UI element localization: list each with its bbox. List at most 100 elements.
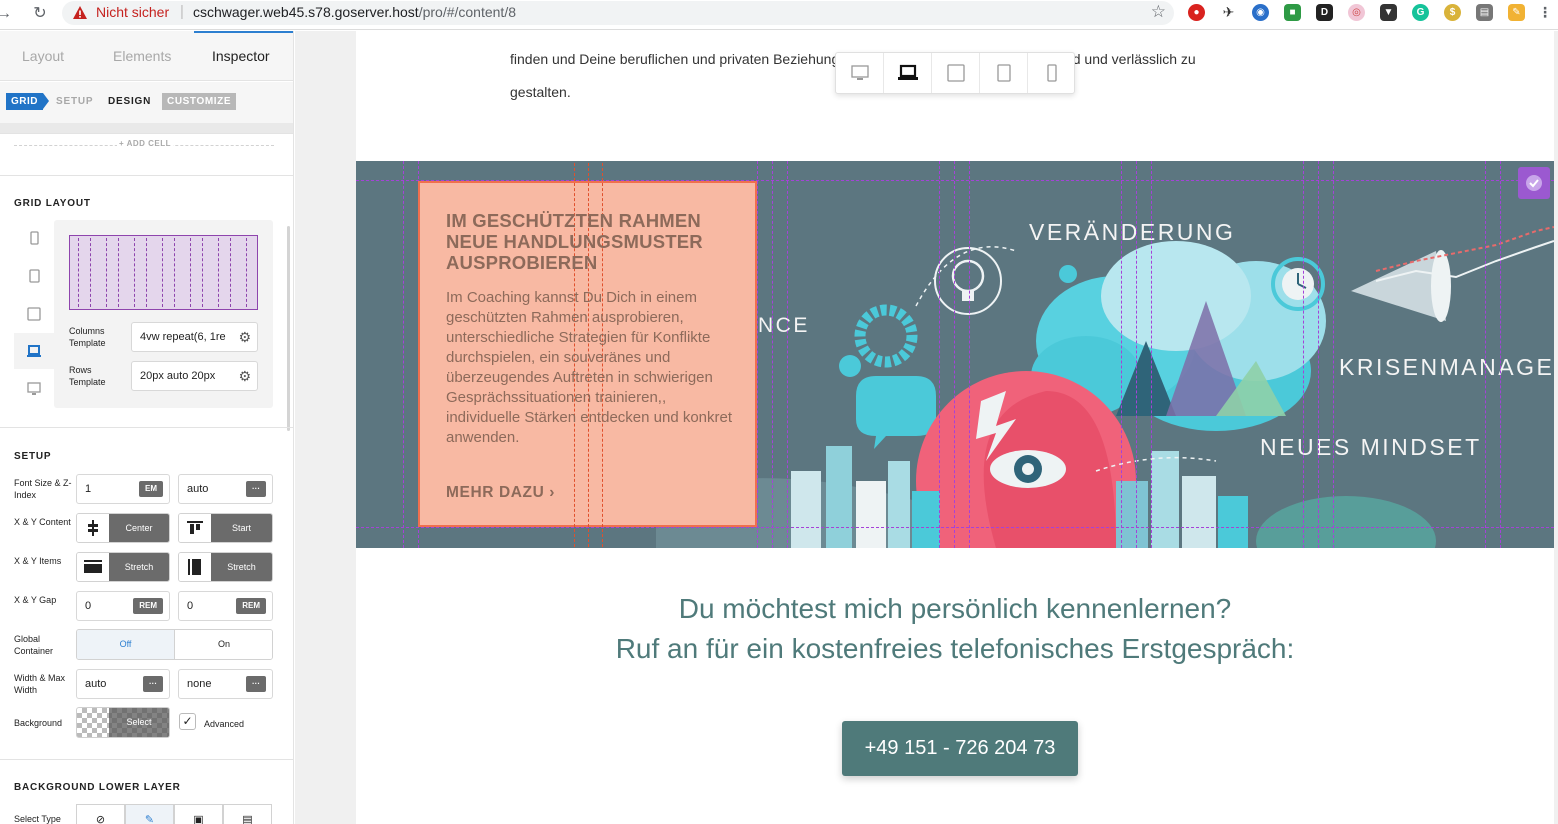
extension-globe-icon[interactable]: ◉ — [1252, 4, 1269, 21]
back-icon[interactable]: → — [0, 4, 14, 24]
extension-coin-icon[interactable]: $ — [1444, 4, 1461, 21]
rows-template-input[interactable]: 20px auto 20px ⚙ — [131, 361, 258, 391]
width-input[interactable]: auto ··· — [76, 669, 170, 699]
bg-type-video[interactable]: ▤ — [223, 804, 272, 824]
desktop-icon[interactable] — [26, 381, 42, 397]
cta-heading: Du möchtest mich persönlich kennenlernen… — [356, 589, 1554, 669]
hero-section[interactable]: VERÄNDERUNG NCE KRISENMANAGE NEUES MINDS… — [356, 161, 1554, 548]
preview-phone-button[interactable] — [1028, 53, 1076, 93]
preview-laptop-button[interactable] — [884, 53, 932, 93]
grid-preview-line — [230, 238, 231, 307]
bg-type-color[interactable]: ✎ — [125, 804, 174, 824]
advanced-checkbox[interactable]: ✓ — [179, 713, 196, 730]
grid-preview[interactable] — [69, 235, 258, 310]
phone-icon[interactable] — [26, 268, 42, 284]
phone-icon — [997, 64, 1011, 82]
columns-template-input[interactable]: 4vw repeat(6, 1re ⚙ — [131, 322, 258, 352]
grid-column-line — [969, 161, 970, 548]
panel-scrollbar[interactable] — [287, 226, 290, 431]
content-card[interactable]: IM GESCHÜTZTEN RAHMEN NEUE HANDLUNGSMUST… — [418, 163, 757, 547]
breadcrumb-grid[interactable]: GRID — [6, 93, 49, 110]
width-value: auto — [85, 678, 107, 690]
extension-window-icon[interactable]: ▤ — [1476, 4, 1493, 21]
global-container-toggle[interactable]: Off On — [76, 629, 273, 660]
laptop-icon[interactable] — [26, 343, 42, 359]
grid-preview-line — [78, 238, 79, 307]
grid-column-line — [1136, 161, 1137, 548]
phone-small-icon[interactable] — [26, 230, 42, 246]
selected-badge[interactable] — [1518, 167, 1550, 199]
y-gap-unit[interactable]: REM — [236, 598, 266, 614]
menu-dots-icon[interactable]: ⋮ — [1538, 4, 1552, 21]
x-gap-input[interactable]: 0 REM — [76, 591, 170, 621]
grid-column-line — [757, 161, 758, 548]
grid-column-line — [1303, 161, 1304, 548]
tab-inspector[interactable]: Inspector — [212, 48, 270, 64]
extension-download-icon[interactable]: ▼ — [1380, 4, 1397, 21]
z-index-value: auto — [187, 483, 209, 495]
z-index-input[interactable]: auto ··· — [178, 474, 273, 504]
not-secure-label: Nicht sicher — [96, 4, 170, 20]
cta-line-1: Du möchtest mich persönlich kennenlernen… — [678, 593, 1232, 624]
panel-spacer — [0, 123, 293, 133]
grid-preview-line — [202, 238, 203, 307]
grid-preview-line — [162, 238, 163, 307]
bookmark-star-icon[interactable]: ☆ — [1151, 2, 1166, 22]
subtab-setup[interactable]: SETUP — [56, 96, 93, 107]
extension-grammarly-icon[interactable]: G — [1412, 4, 1429, 21]
phone-button[interactable]: +49 151 - 726 204 73 — [842, 721, 1078, 776]
preview-desktop-button[interactable] — [836, 53, 884, 93]
bg-lower-title: BACKGROUND LOWER LAYER — [14, 782, 181, 793]
subtab-customize[interactable]: CUSTOMIZE — [162, 93, 237, 110]
reload-icon[interactable]: ↻ — [30, 4, 50, 24]
font-size-input[interactable]: 1 EM — [76, 474, 170, 504]
y-gap-input[interactable]: 0 REM — [178, 591, 273, 621]
tablet-icon[interactable] — [26, 306, 42, 322]
tab-layout[interactable]: Layout — [22, 48, 64, 64]
hero-word-nce: NCE — [758, 314, 810, 337]
width-more-button[interactable]: ··· — [143, 676, 163, 692]
font-size-unit[interactable]: EM — [139, 481, 163, 497]
tab-elements[interactable]: Elements — [113, 48, 171, 64]
x-gap-unit[interactable]: REM — [133, 598, 163, 614]
url-text[interactable]: cschwager.web45.s78.goserver.host/pro/#/… — [193, 4, 516, 20]
url-host: cschwager.web45.s78.goserver.host — [193, 4, 419, 20]
extension-d-icon[interactable]: D — [1316, 4, 1333, 21]
extension-eye-icon[interactable]: ◎ — [1348, 4, 1365, 21]
gear-icon[interactable]: ⚙ — [238, 323, 251, 351]
subtab-design[interactable]: DESIGN — [108, 96, 151, 107]
extension-flag-icon[interactable]: ■ — [1284, 4, 1301, 21]
x-content-select[interactable]: Center — [76, 513, 170, 543]
z-index-more-button[interactable]: ··· — [246, 481, 266, 497]
global-container-on[interactable]: On — [175, 630, 272, 659]
extension-adblock-icon[interactable]: ● — [1188, 4, 1205, 21]
grid-layout-title: GRID LAYOUT — [14, 198, 91, 209]
gear-icon[interactable]: ⚙ — [238, 362, 251, 390]
font-size-label: Font Size & Z-Index — [14, 478, 72, 500]
y-content-select[interactable]: Start — [178, 513, 273, 543]
grid-preview-line — [134, 238, 135, 307]
y-items-select[interactable]: Stretch — [178, 552, 273, 582]
extension-note-icon[interactable]: ✎ — [1508, 4, 1525, 21]
mehr-dazu-link[interactable]: MEHR DAZU › — [446, 484, 555, 502]
max-width-value: none — [187, 678, 212, 690]
extension-rocket-icon[interactable]: ✈ — [1220, 4, 1237, 21]
bg-type-none[interactable]: ⊘ — [76, 804, 125, 824]
section-divider — [0, 427, 293, 428]
x-items-select[interactable]: Stretch — [76, 552, 170, 582]
global-container-off[interactable]: Off — [77, 630, 175, 659]
grid-column-line — [403, 161, 404, 548]
add-cell-button[interactable]: + ADD CELL — [117, 139, 174, 148]
grid-column-line — [939, 161, 940, 548]
grid-column-line — [1318, 161, 1319, 548]
phone-small-icon — [1047, 64, 1057, 82]
address-bar[interactable]: Nicht sicher | cschwager.web45.s78.goser… — [62, 1, 1174, 25]
background-select[interactable]: Select — [76, 707, 170, 738]
bg-type-image[interactable]: ▣ — [174, 804, 223, 824]
preview-tablet-landscape-button[interactable] — [932, 53, 980, 93]
xy-gap-label: X & Y Gap — [14, 595, 57, 605]
max-width-more-button[interactable]: ··· — [246, 676, 266, 692]
xy-content-label: X & Y Content — [14, 517, 71, 527]
preview-tablet-button[interactable] — [980, 53, 1028, 93]
max-width-input[interactable]: none ··· — [178, 669, 273, 699]
